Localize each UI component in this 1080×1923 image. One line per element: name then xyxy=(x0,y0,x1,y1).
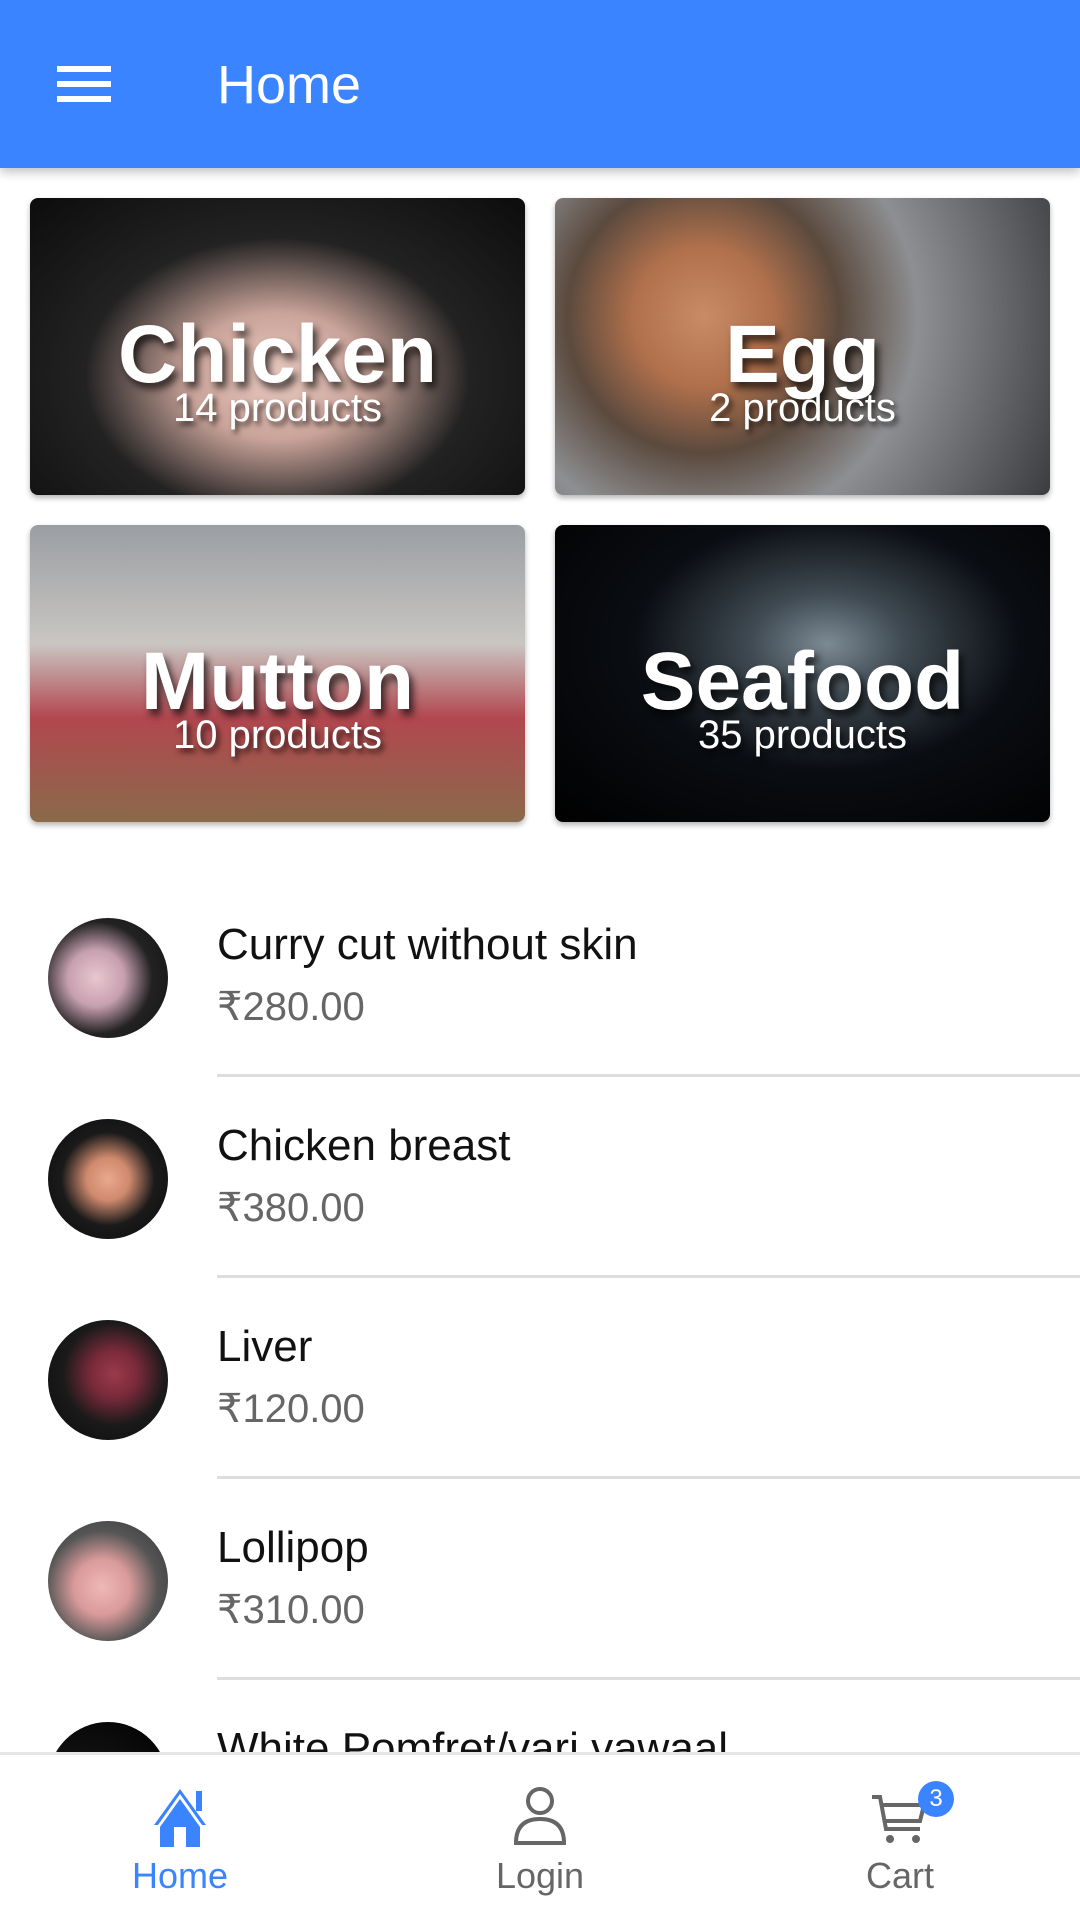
tab-login[interactable]: Login xyxy=(360,1755,720,1923)
cart-count-badge: 3 xyxy=(918,1781,954,1817)
product-list-item[interactable]: Chicken breast ₹380.00 xyxy=(0,1077,1080,1278)
category-count: 10 products xyxy=(172,713,383,757)
tab-login-label: Login xyxy=(495,1855,585,1896)
page-title: Home xyxy=(217,55,362,115)
product-name: Lollipop xyxy=(217,1523,369,1572)
product-list-item[interactable]: Liver ₹120.00 xyxy=(0,1278,1080,1479)
bottom-navigation: Home Login Cart 3 xyxy=(0,1752,1080,1920)
hamburger-menu-icon[interactable] xyxy=(57,66,111,102)
category-count: 14 products xyxy=(172,386,383,430)
product-price: ₹310.00 xyxy=(217,1588,365,1632)
product-name: Curry cut without skin xyxy=(217,920,638,969)
tab-home[interactable]: Home xyxy=(0,1755,360,1923)
tab-cart[interactable]: Cart xyxy=(720,1755,1080,1923)
tab-cart-label: Cart xyxy=(865,1855,934,1896)
category-card-egg[interactable]: Egg 2 products xyxy=(555,198,1050,495)
user-icon xyxy=(513,1787,567,1845)
product-thumbnail xyxy=(48,1521,168,1641)
category-count: 2 products xyxy=(709,386,896,430)
product-price: ₹280.00 xyxy=(217,985,365,1029)
product-list-item[interactable]: Curry cut without skin ₹280.00 xyxy=(0,876,1080,1077)
product-price: ₹120.00 xyxy=(217,1387,365,1431)
product-name: Chicken breast xyxy=(217,1121,511,1170)
product-thumbnail xyxy=(48,1119,168,1239)
product-thumbnail xyxy=(48,1320,168,1440)
product-name: Liver xyxy=(217,1322,313,1371)
category-card-seafood[interactable]: Seafood 35 products xyxy=(555,525,1050,822)
category-card-chicken[interactable]: Chicken 14 products xyxy=(30,198,525,495)
product-thumbnail xyxy=(48,918,168,1038)
category-card-mutton[interactable]: Mutton 10 products xyxy=(30,525,525,822)
home-icon xyxy=(154,1789,206,1847)
app-header: Home xyxy=(0,0,1080,168)
product-list-item[interactable]: Lollipop ₹310.00 xyxy=(0,1479,1080,1680)
tab-home-label: Home xyxy=(131,1855,229,1896)
category-count: 35 products xyxy=(697,713,908,757)
product-price: ₹380.00 xyxy=(217,1186,365,1230)
